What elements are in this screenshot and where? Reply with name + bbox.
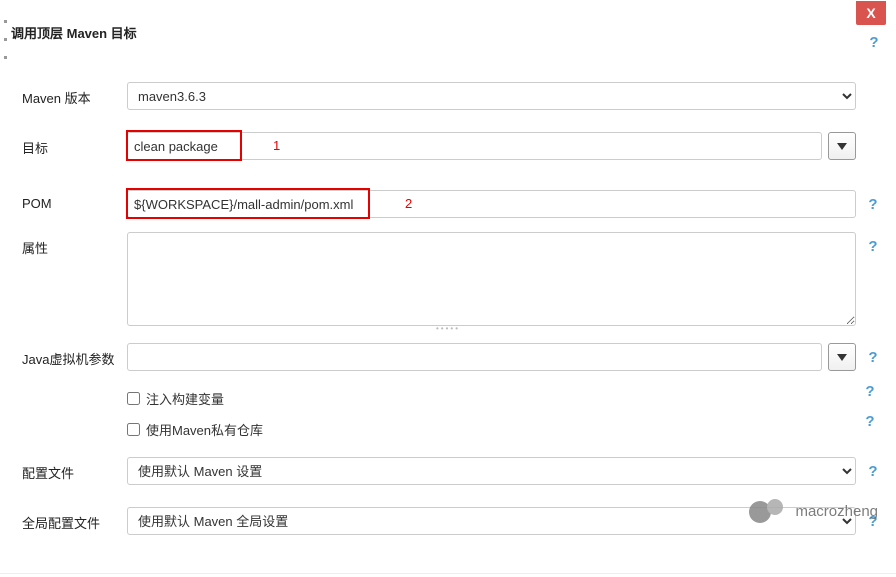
help-icon[interactable]: ? [865,463,881,479]
help-icon[interactable]: ? [865,196,881,212]
label-maven-version: Maven 版本 [12,82,127,107]
help-icon[interactable]: ? [865,238,881,254]
private-repo-checkbox[interactable] [127,423,140,436]
goal-input[interactable] [127,132,822,160]
help-icon[interactable]: ? [866,34,882,50]
row-properties: 属性 ? [12,232,884,326]
help-icon[interactable]: ? [862,413,878,429]
label-global-settings: 全局配置文件 [12,507,127,532]
close-button[interactable]: X [856,1,886,25]
wechat-icon [749,499,789,523]
inject-vars-label: 注入构建变量 [146,389,224,408]
jvm-opts-input[interactable] [127,343,822,371]
goal-expand-button[interactable] [828,132,856,160]
private-repo-label: 使用Maven私有仓库 [146,420,263,439]
chevron-down-icon [837,354,847,361]
row-goal: 目标 1 [12,132,884,160]
help-icon[interactable]: ? [865,349,881,365]
bottom-bar [0,573,896,577]
global-settings-select[interactable]: 使用默认 Maven 全局设置 [127,507,856,535]
watermark: macrozheng [749,499,878,523]
drag-handle-icon[interactable] [4,6,7,59]
chevron-down-icon [837,143,847,150]
pom-input[interactable] [127,190,856,218]
row-maven-version: Maven 版本 maven3.6.3 [12,82,884,110]
inject-vars-checkbox-row[interactable]: 注入构建变量 [127,389,224,408]
maven-version-select[interactable]: maven3.6.3 [127,82,856,110]
label-goal: 目标 [12,132,127,157]
private-repo-checkbox-row[interactable]: 使用Maven私有仓库 [127,420,263,439]
row-pom: POM 2 ? [12,190,884,218]
row-jvm-opts: Java虚拟机参数 ? [12,343,884,371]
inject-vars-checkbox[interactable] [127,392,140,405]
section-header: 调用顶层 Maven 目标 X ? [0,0,896,68]
row-checkboxes: 注入构建变量 使用Maven私有仓库 ? ? [12,377,884,439]
jvm-expand-button[interactable] [828,343,856,371]
help-icon[interactable]: ? [862,383,878,399]
label-properties: 属性 [12,232,127,257]
form-body: Maven 版本 maven3.6.3 目标 1 POM 2 ? 属性 [0,68,896,555]
settings-select[interactable]: 使用默认 Maven 设置 [127,457,856,485]
watermark-text: macrozheng [795,503,878,520]
label-settings: 配置文件 [12,457,127,482]
row-settings: 配置文件 使用默认 Maven 设置 ? [12,457,884,485]
label-jvm-opts: Java虚拟机参数 [12,343,127,368]
properties-textarea[interactable] [127,232,856,326]
label-pom: POM [12,190,127,211]
section-title: 调用顶层 Maven 目标 [11,23,137,42]
